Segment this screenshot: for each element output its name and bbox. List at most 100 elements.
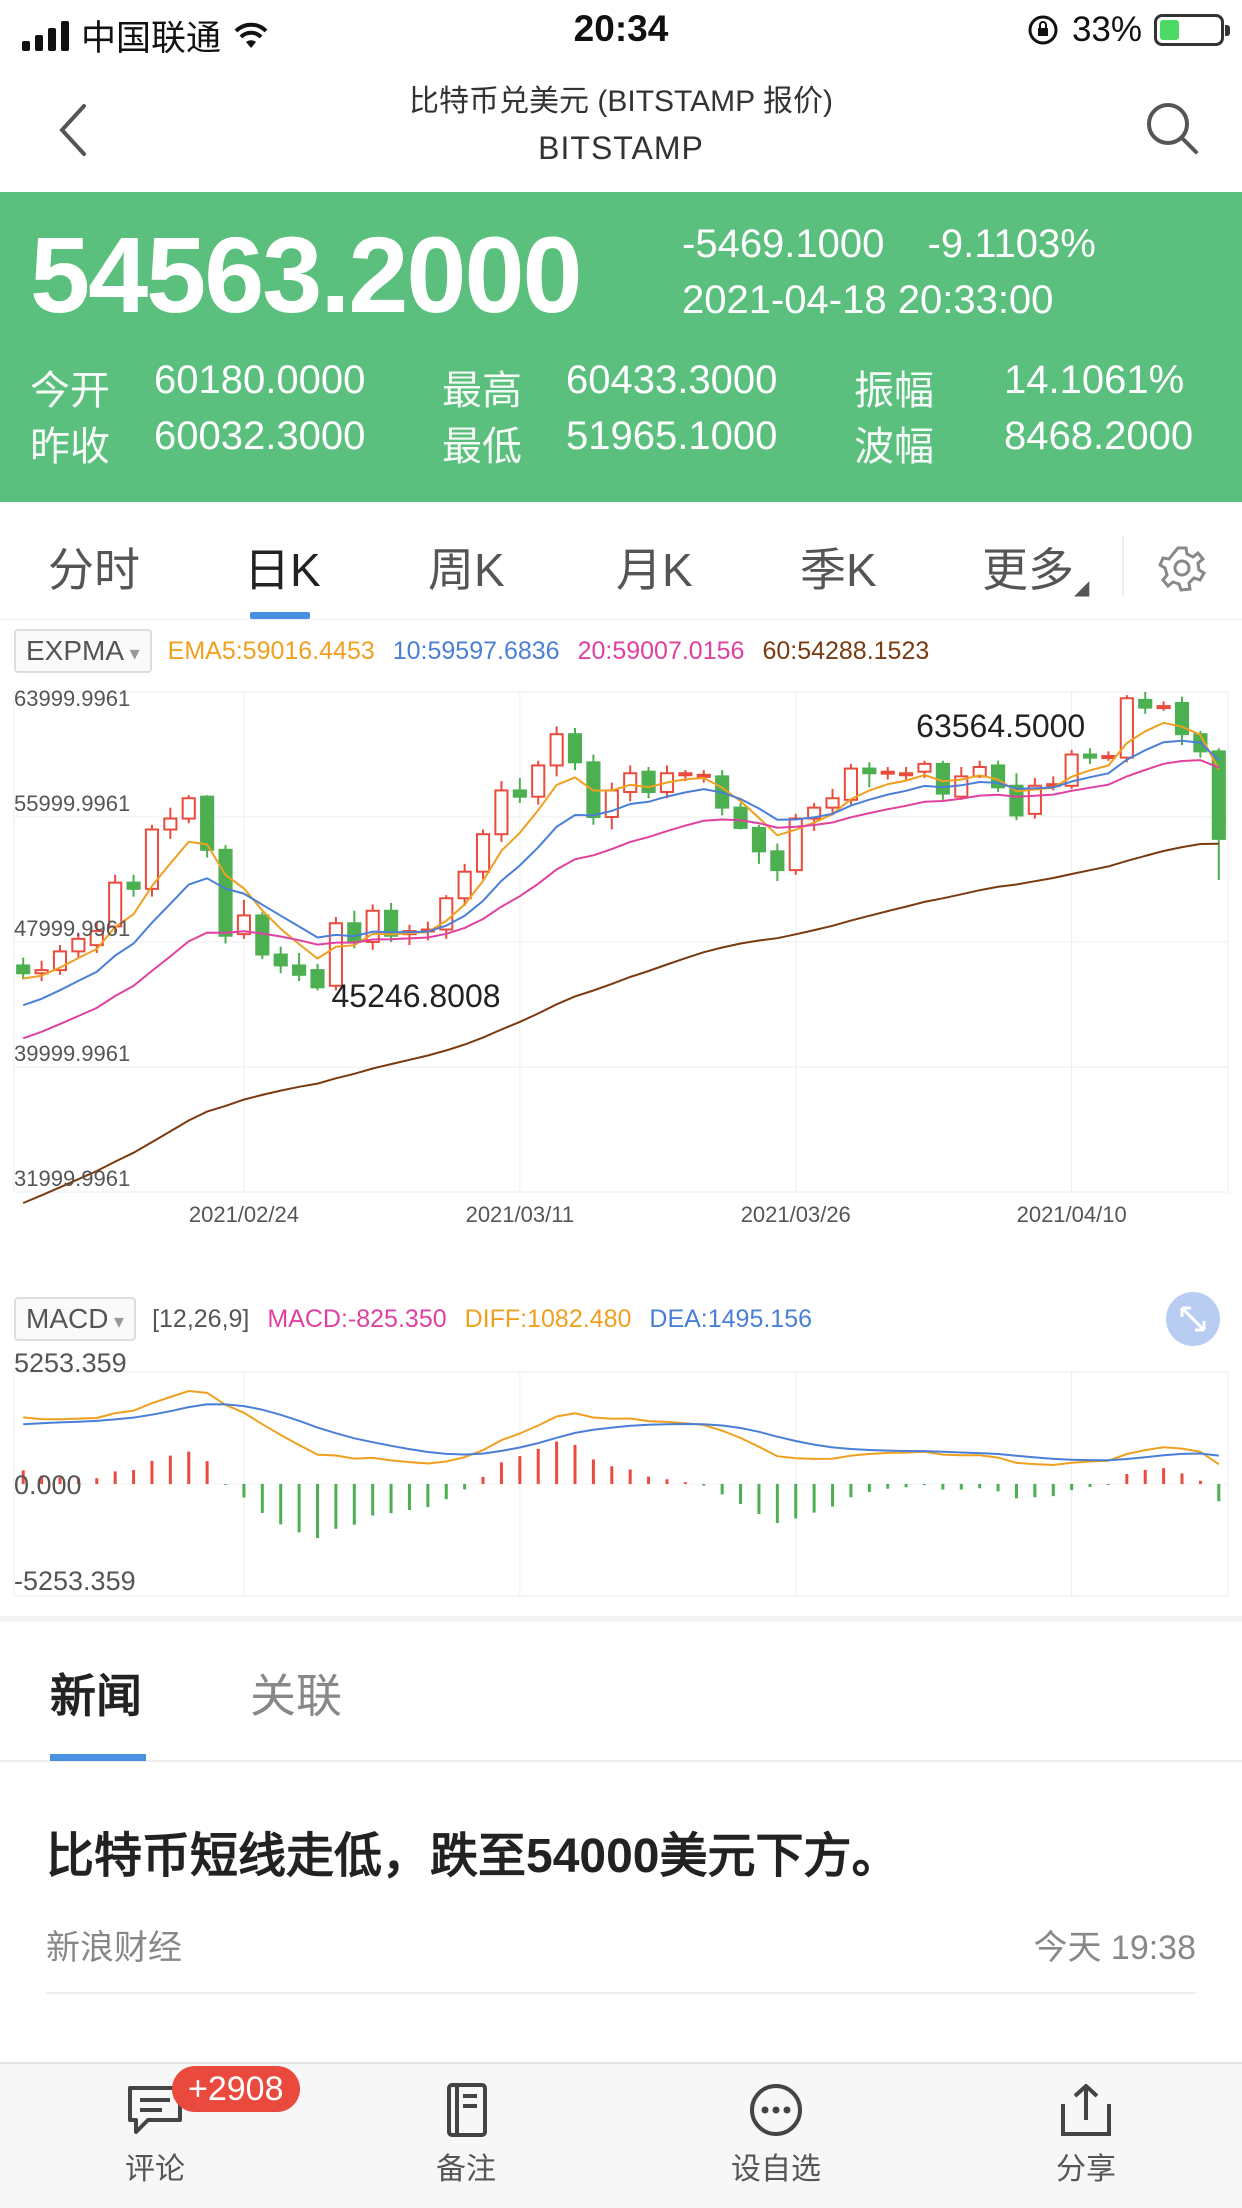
add-watchlist-button[interactable]: 设自选 xyxy=(696,2082,856,2188)
macd-y-tick-label: 5253.359 xyxy=(14,1348,127,1378)
candle-body xyxy=(218,848,233,937)
candle-body xyxy=(512,789,527,798)
tab-monthly[interactable]: 月K xyxy=(616,534,693,600)
share-button[interactable]: 分享 xyxy=(1006,2082,1166,2188)
tab-divider xyxy=(1122,536,1124,596)
candle-body xyxy=(531,764,546,798)
ema20-value: 20:59007.0156 xyxy=(577,636,745,665)
macd-y-tick-label: 0.000 xyxy=(14,1470,82,1500)
candle-body xyxy=(273,953,288,967)
candle-body xyxy=(328,922,343,987)
ema10-line xyxy=(22,739,1220,1007)
y-tick-label: 63999.9961 xyxy=(14,686,130,711)
candle-body xyxy=(862,767,877,775)
diff-line xyxy=(23,1389,1220,1467)
candle-body xyxy=(126,881,141,890)
active-tab-indicator xyxy=(250,612,310,619)
quote-time: 2021-04-18 20:33:00 xyxy=(682,278,1054,322)
candle-body xyxy=(457,870,472,900)
tab-intraday[interactable]: 分时 xyxy=(48,534,140,600)
candle-body xyxy=(1211,750,1226,840)
y-tick-label: 31999.9961 xyxy=(14,1166,130,1191)
rotation-lock-icon xyxy=(1028,15,1058,45)
candlestick-chart[interactable]: 63999.9961 55999.9961 47999.9961 39999.9961… xyxy=(0,680,1242,1280)
amplitude-value: 14.1061% xyxy=(1004,358,1185,402)
macd-selector[interactable]: MACD xyxy=(14,1297,137,1341)
candle-body xyxy=(310,969,325,989)
candle-body xyxy=(1101,755,1116,760)
x-tick-label: 2021/03/26 xyxy=(741,1202,851,1227)
note-button[interactable]: 备注 xyxy=(386,2082,546,2188)
wave-label: 波幅 xyxy=(854,425,934,469)
news-tab-indicator xyxy=(50,1754,146,1761)
tab-quarterly[interactable]: 季K xyxy=(800,534,877,600)
news-headline[interactable]: 比特币短线走低，跌至54000美元下方。 xyxy=(46,1816,899,1886)
fullscreen-button[interactable] xyxy=(1166,1292,1220,1346)
y-tick-label: 47999.9961 xyxy=(14,916,130,941)
tab-more-label: 更多 xyxy=(982,544,1074,596)
high-value: 60433.3000 xyxy=(566,358,778,402)
quote-row-1: 今开 60180.0000 最高 60433.3000 振幅 14.1061% xyxy=(30,358,1204,416)
price-change: -5469.1000 -9.1103% xyxy=(682,222,1128,267)
candle-body xyxy=(899,772,914,777)
low-value: 51965.1000 xyxy=(566,414,778,458)
tab-daily[interactable]: 日K xyxy=(244,534,321,600)
candle-body xyxy=(549,733,564,767)
news-tabs: 新闻 关联 xyxy=(0,1622,1242,1762)
comment-label: 评论 xyxy=(125,2153,185,2186)
page-title: 比特币兑美元 (BITSTAMP 报价) xyxy=(409,85,833,118)
last-price: 54563.2000 xyxy=(30,214,583,335)
min-price-annotation: 45246.8008 xyxy=(332,978,501,1014)
expand-icon xyxy=(1180,1306,1206,1332)
tab-news[interactable]: 新闻 xyxy=(50,1660,142,1726)
candle-body xyxy=(696,773,711,778)
candle-body xyxy=(733,806,748,829)
candle-body xyxy=(494,789,509,836)
candle-body xyxy=(1082,753,1098,759)
x-tick-label: 2021/04/10 xyxy=(1017,1202,1127,1227)
x-tick-label: 2021/03/11 xyxy=(466,1202,574,1227)
ema10-value: 10:59597.6836 xyxy=(392,636,560,665)
candle-body xyxy=(16,964,31,975)
dea-line xyxy=(23,1403,1219,1462)
y-tick-label: 55999.9961 xyxy=(14,791,130,816)
macd-value: MACD:-825.350 xyxy=(267,1304,447,1333)
battery-icon xyxy=(1154,14,1230,46)
diff-value: DIFF:1082.480 xyxy=(464,1304,632,1333)
candle-body xyxy=(678,772,693,777)
change-amount: -5469.1000 xyxy=(682,222,885,266)
open-value: 60180.0000 xyxy=(154,358,366,402)
candle-body xyxy=(181,797,196,820)
quote-panel: 54563.2000 -5469.1000 -9.1103% 2021-04-1… xyxy=(0,192,1242,502)
candle-body xyxy=(200,795,215,851)
period-tabs: 分时 日K 周K 月K 季K 更多◢ xyxy=(0,512,1242,620)
tab-related[interactable]: 关联 xyxy=(250,1660,342,1726)
macd-chart[interactable]: 5253.359 0.000 -5253.359 xyxy=(0,1346,1242,1606)
open-label: 今开 xyxy=(30,369,110,413)
macd-y-tick-label: -5253.359 xyxy=(14,1566,136,1596)
candle-body xyxy=(623,772,638,793)
search-icon[interactable] xyxy=(1142,98,1202,158)
tab-weekly[interactable]: 周K xyxy=(428,534,505,600)
quote-row-2: 昨收 60032.3000 最低 51965.1000 波幅 8468.2000 xyxy=(30,414,1204,472)
page-subtitle: BITSTAMP xyxy=(538,130,704,166)
add-watchlist-label: 设自选 xyxy=(731,2153,821,2186)
candle-body xyxy=(163,817,178,831)
indicator-selector[interactable]: EXPMA xyxy=(14,629,152,673)
candle-body xyxy=(567,733,583,764)
candle-body xyxy=(880,770,895,775)
amplitude-label: 振幅 xyxy=(854,369,934,413)
prev-close-value: 60032.3000 xyxy=(154,414,366,458)
gear-icon[interactable] xyxy=(1156,542,1208,594)
news-divider xyxy=(46,1992,1196,1994)
change-percent: -9.1103% xyxy=(927,222,1096,266)
comment-count-badge: +2908 xyxy=(172,2066,300,2112)
tab-more[interactable]: 更多◢ xyxy=(982,534,1089,600)
ema5-value: EMA5:59016.4453 xyxy=(167,636,375,665)
news-time: 今天 19:38 xyxy=(1033,1929,1196,1967)
y-tick-label: 39999.9961 xyxy=(14,1041,130,1066)
dea-value: DEA:1495.156 xyxy=(649,1304,813,1333)
candle-body xyxy=(347,922,362,943)
candle-body xyxy=(751,826,767,853)
high-label: 最高 xyxy=(442,369,522,413)
